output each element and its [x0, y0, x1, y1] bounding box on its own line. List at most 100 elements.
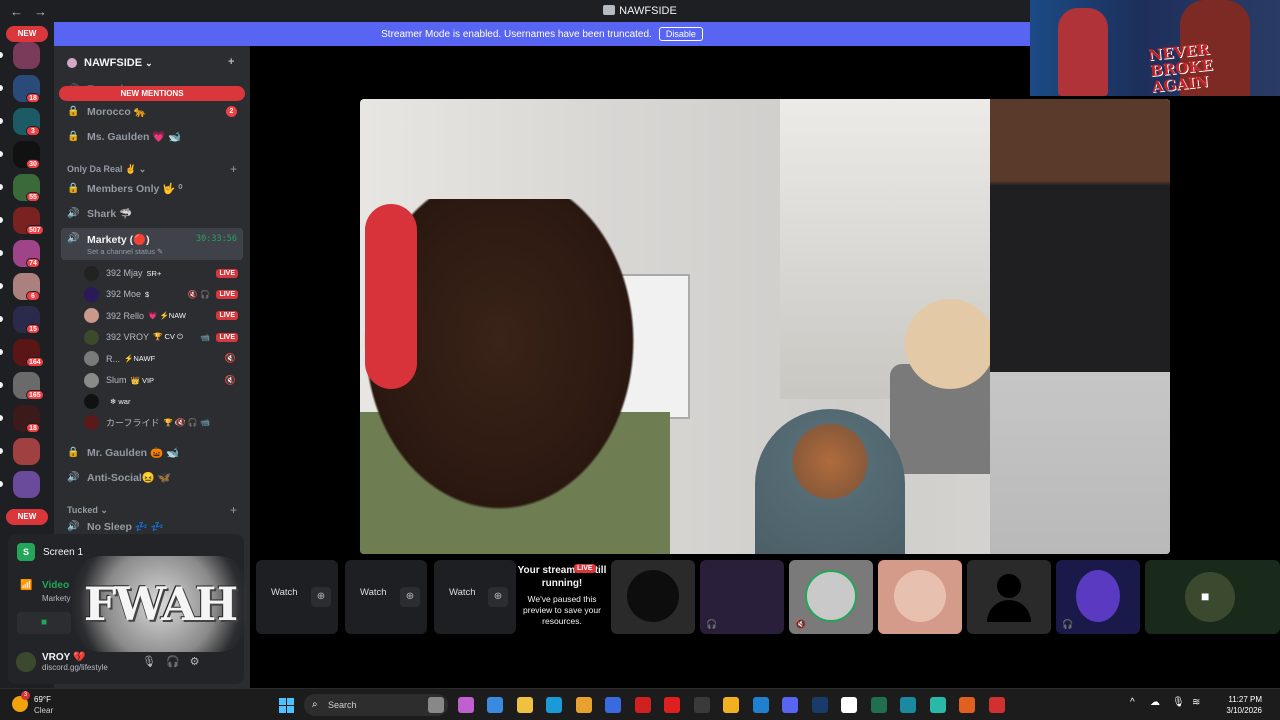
watch-label[interactable]: Watch — [271, 587, 298, 607]
voice-channel-sub[interactable]: Markety — [42, 594, 70, 603]
avatar — [1076, 570, 1120, 622]
remote-icon[interactable] — [900, 697, 916, 713]
channel-morocco[interactable]: 🔒 Morocco 🐆 2 — [61, 100, 243, 122]
watch-popout-icon[interactable]: ⊕ — [488, 587, 508, 607]
channel-members-only[interactable]: 🔒 Members Only 🤟 ⁰ — [61, 177, 243, 199]
chevron-down-icon: ⌄ — [100, 505, 108, 515]
voice-member[interactable]: カーフライド 🏆 CV 🔇 🎧 📹 — [84, 413, 244, 433]
stream-preview-poster[interactable]: NEVER BROKE AGAIN — [1030, 0, 1280, 96]
cursor-icon[interactable] — [693, 697, 710, 713]
voice-member[interactable]: R... ⚡NAWF 🔇 — [84, 349, 244, 369]
watch-popout-icon[interactable]: ⊕ — [400, 587, 420, 607]
category-only-da-real[interactable]: Only Da Real ✌ ⌄ + — [67, 162, 243, 176]
fwah-sticker-overlay: FWAH — [72, 556, 248, 652]
voice-state-icons: 📹 — [200, 332, 210, 342]
microphone-icon[interactable]: 🎙 — [142, 655, 156, 668]
channel-ms-gaulden[interactable]: 🔒 Ms. Gaulden 💗 🐋 — [61, 125, 243, 147]
obs-icon[interactable] — [841, 697, 857, 713]
avatar — [627, 570, 679, 622]
category-tucked[interactable]: Tucked ⌄ + — [67, 503, 243, 517]
photos-icon[interactable] — [752, 697, 769, 713]
channel-shark[interactable]: 🔊 Shark 🦈 — [61, 202, 243, 224]
participant-tile[interactable]: 🎧 — [700, 560, 784, 634]
channel-mr-gaulden[interactable]: 🔒 Mr. Gaulden 🎃 🐋 — [61, 441, 243, 463]
discord-icon[interactable] — [782, 697, 798, 713]
channel-status[interactable]: Set a channel status ✎ — [87, 247, 163, 256]
chevron-up-icon[interactable]: ^ — [1130, 697, 1135, 708]
browser-icon[interactable] — [959, 697, 975, 713]
paused-body: We've paused this preview to save your r… — [523, 594, 601, 626]
participant-tile[interactable] — [611, 560, 695, 634]
video-headphones — [365, 204, 417, 389]
new-servers-pill[interactable]: NEW — [6, 509, 48, 525]
gear-icon[interactable]: ⚙ — [190, 655, 200, 668]
copilot-icon[interactable] — [487, 697, 503, 713]
avatar — [84, 286, 99, 302]
outlook-icon[interactable] — [605, 697, 621, 713]
participant-tile[interactable] — [878, 560, 962, 634]
channel-anti-social[interactable]: 🔊 Anti-Social😖 🦋 — [61, 466, 243, 488]
voice-member[interactable]: Slum 👑 VIP 🔇 — [84, 370, 244, 390]
muted-icon: 🔇 — [224, 353, 236, 364]
headphones-icon[interactable]: 🎧 — [166, 655, 180, 668]
windows-start-icon[interactable] — [279, 698, 294, 713]
voice-member[interactable]: 392 Rello 💗 ⚡NAW LIVE — [84, 306, 244, 326]
youtube-icon[interactable] — [664, 697, 680, 713]
server-icon[interactable] — [13, 438, 40, 465]
steam-icon[interactable] — [811, 697, 828, 713]
add-channel-icon[interactable]: + — [230, 503, 237, 517]
watch-popout-icon[interactable]: ⊕ — [311, 587, 331, 607]
deafened-icon: 🎧 — [706, 619, 718, 629]
xbox-icon[interactable] — [870, 697, 887, 713]
camera-button[interactable]: ■ — [17, 612, 71, 634]
user-panel[interactable]: VROY 💔 discord.gg/lifestyle — [16, 648, 108, 676]
new-mentions-pill[interactable]: NEW MENTIONS — [59, 86, 245, 101]
server-icon[interactable] — [13, 42, 40, 69]
screen-share-item[interactable]: S Screen 1 — [17, 542, 83, 562]
live-badge[interactable]: LIVE — [216, 289, 238, 299]
live-badge[interactable]: LIVE — [216, 332, 238, 342]
watch-label[interactable]: Watch — [360, 587, 387, 607]
channel-name: Members Only 🤟 ⁰ — [87, 182, 183, 195]
file-explorer-icon[interactable] — [516, 697, 533, 713]
participant-tile[interactable]: 🔇 — [789, 560, 873, 634]
muted-icon: 🔇 — [795, 619, 807, 629]
live-badge[interactable]: LIVE — [216, 268, 238, 278]
microphone-icon[interactable]: 🎙 — [1172, 697, 1185, 708]
voice-member[interactable]: 392 VROY 🏆 CV ⏻ 📹 LIVE — [84, 327, 244, 347]
voice-state-icons: 🔇 🎧 📹 — [175, 418, 210, 428]
clock[interactable]: 11:27 PM 3/10/2026 — [1218, 694, 1262, 716]
participant-tile[interactable]: 🎧 — [1056, 560, 1140, 634]
chrome-icon[interactable] — [723, 697, 739, 713]
window-title-text: NAWFSIDE — [619, 5, 677, 17]
chat-app-icon[interactable] — [428, 697, 444, 713]
task-view-icon[interactable] — [457, 697, 474, 713]
add-channel-icon[interactable]: + — [230, 162, 237, 176]
live-badge[interactable]: LIVE — [216, 311, 238, 321]
adobe-icon[interactable] — [634, 697, 651, 713]
video-person-sitting — [755, 409, 905, 554]
watch-label[interactable]: Watch — [449, 587, 476, 607]
participant-tile[interactable] — [967, 560, 1051, 634]
server-header[interactable]: NAWFSIDE ⌄ + — [54, 46, 250, 80]
new-servers-pill[interactable]: NEW — [6, 26, 48, 42]
wifi-icon[interactable]: ≋ — [1192, 697, 1200, 708]
edge-icon[interactable] — [546, 697, 562, 713]
voice-member[interactable]: 392 Mjay SR+ LIVE — [84, 263, 244, 283]
store-icon[interactable] — [575, 697, 592, 713]
channel-markety[interactable]: 🔊 Markety (🔴) 30:33:56 Set a channel sta… — [61, 228, 243, 260]
channel-no-sleep[interactable]: 🔊 No Sleep 💤 💤 — [61, 519, 243, 533]
member-tag: 👑 VIP — [130, 375, 155, 385]
vpn-icon[interactable] — [929, 697, 946, 713]
voice-member[interactable]: ❄ war — [84, 391, 244, 411]
add-member-icon[interactable]: + — [228, 56, 240, 68]
voice-member[interactable]: 392 Moe $ 🔇 🎧 LIVE — [84, 284, 244, 304]
participant-tile[interactable]: ■ — [1145, 560, 1280, 634]
server-icon[interactable] — [13, 471, 40, 498]
app-icon[interactable] — [988, 697, 1005, 713]
temperature: 69°F — [34, 695, 51, 704]
focused-video-stream[interactable] — [360, 99, 1170, 554]
cloud-icon[interactable]: ☁ — [1150, 697, 1160, 708]
taskbar-search[interactable]: ⌕ Search — [304, 694, 448, 716]
disable-streamer-mode-button[interactable]: Disable — [658, 27, 703, 41]
